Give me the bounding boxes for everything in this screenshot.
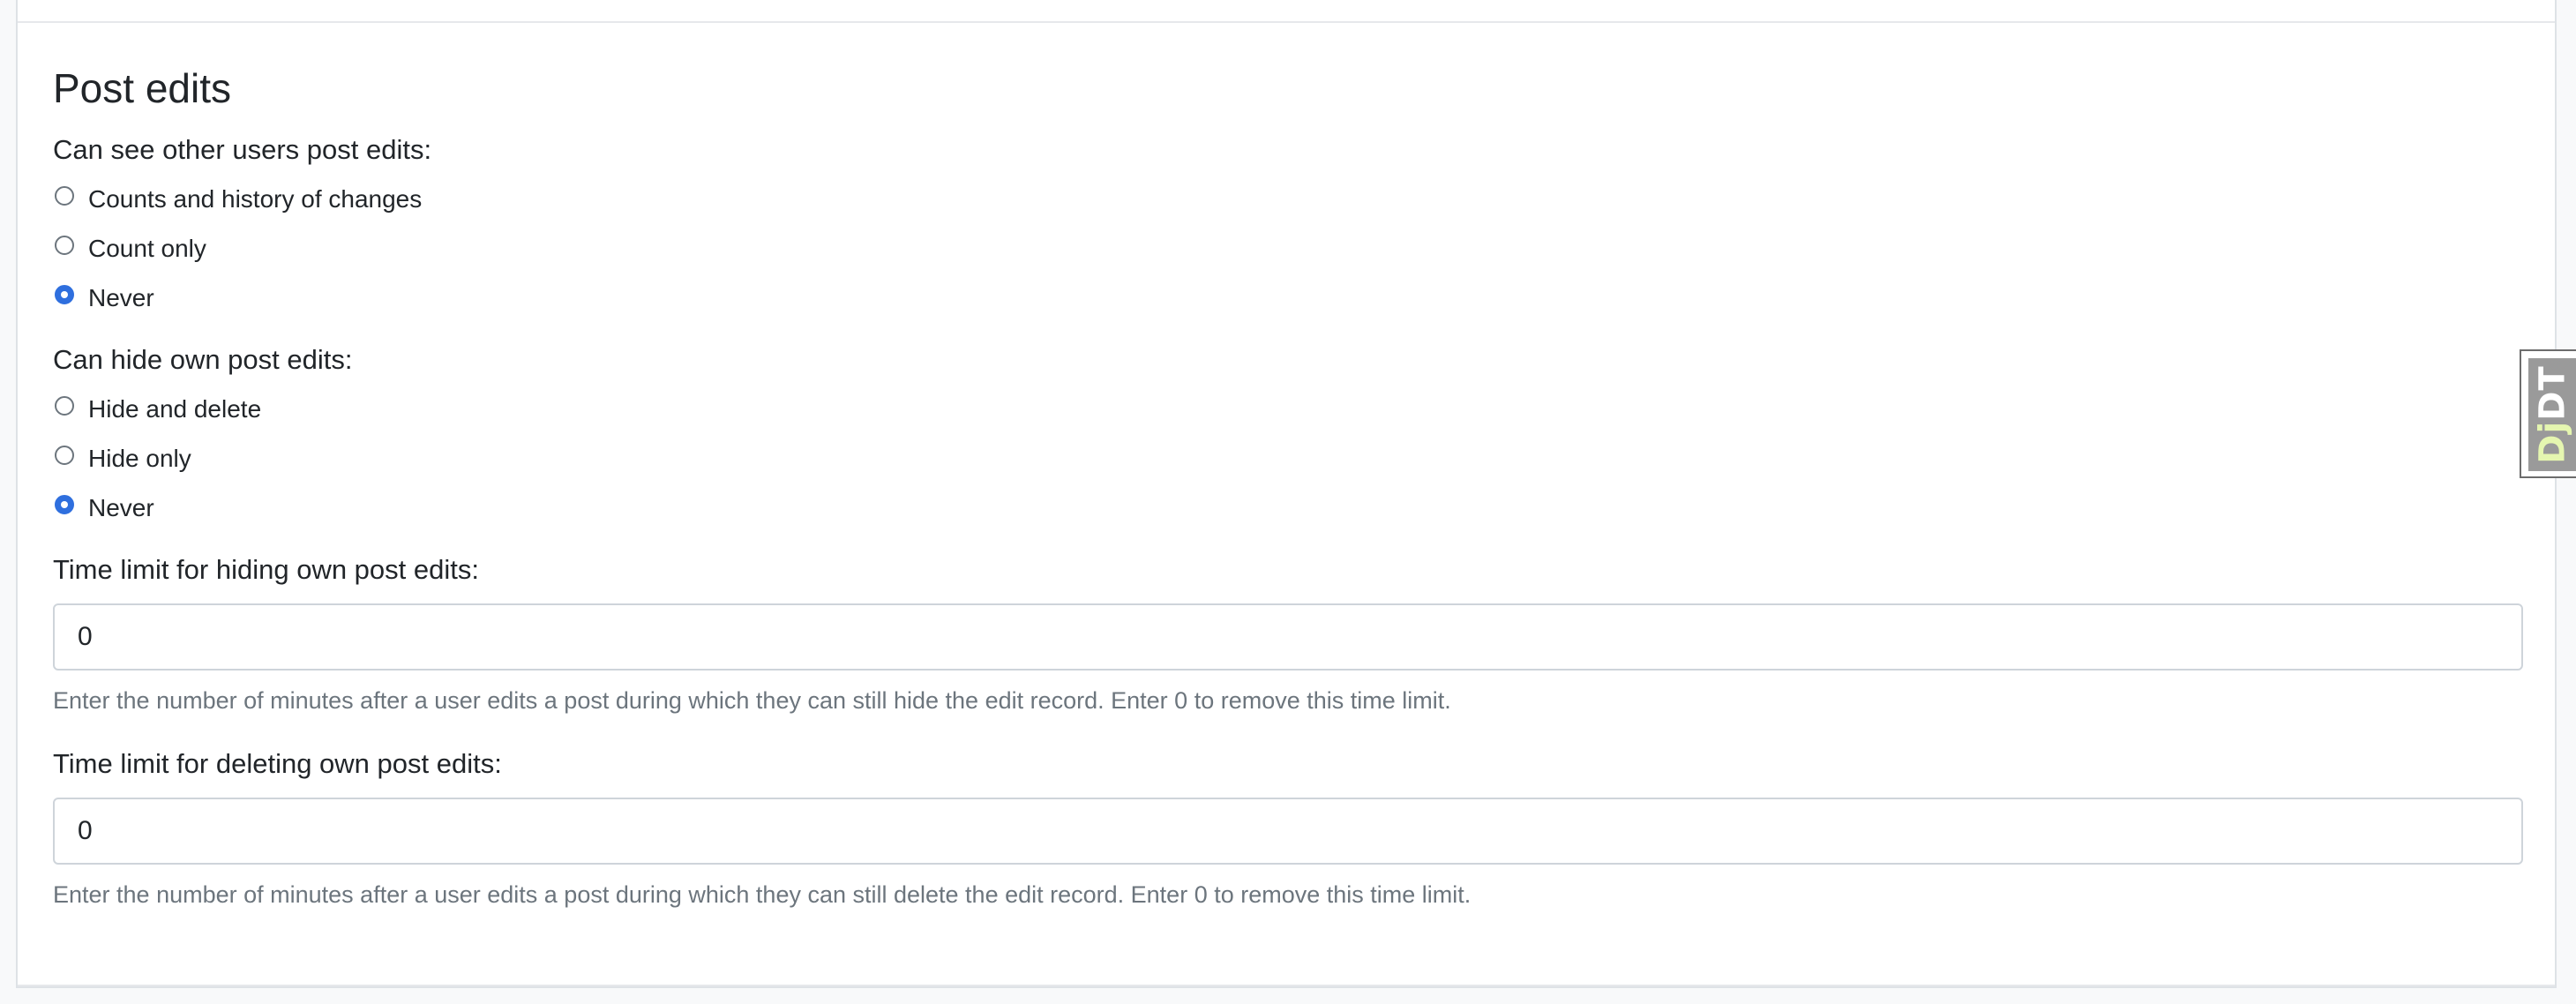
see-edits-label: Can see other users post edits: (53, 134, 432, 165)
debug-toolbar-label-prefix: Dj (2533, 420, 2574, 464)
input-value: 0 (78, 622, 93, 651)
debug-toolbar-handle[interactable]: DjDT (2520, 349, 2576, 478)
hide-time-limit-group: Time limit for hiding own post edits: 0 … (53, 551, 2541, 716)
hide-edits-option-hide-only[interactable]: Hide only (55, 434, 2541, 483)
radio-label: Count only (88, 235, 206, 262)
radio-button[interactable] (55, 446, 74, 465)
hide-time-limit-input[interactable]: 0 (53, 603, 2523, 671)
radio-button[interactable] (55, 236, 74, 255)
debug-toolbar-label: DjDT (2533, 365, 2573, 463)
delete-time-limit-help: Enter the number of minutes after a user… (53, 881, 1471, 908)
see-edits-group: Can see other users post edits: Counts a… (53, 131, 2541, 323)
radio-label: Never (88, 284, 154, 311)
radio-button[interactable] (55, 396, 74, 416)
card-divider-top (18, 21, 2555, 23)
radio-button[interactable] (55, 186, 74, 206)
page: Post edits Can see other users post edit… (0, 0, 2576, 1004)
delete-time-limit-input[interactable]: 0 (53, 798, 2523, 865)
debug-toolbar-logo: DjDT (2528, 358, 2576, 471)
see-edits-option-never[interactable]: Never (55, 273, 2541, 323)
hide-edits-label: Can hide own post edits: (53, 344, 353, 375)
input-value: 0 (78, 816, 93, 845)
hide-edits-option-never[interactable]: Never (55, 483, 2541, 533)
card-divider-bottom (18, 985, 2555, 986)
debug-toolbar-label-suffix: DT (2533, 365, 2574, 421)
section-title: Post edits (53, 65, 231, 111)
radio-button-checked[interactable] (55, 285, 74, 304)
radio-label: Hide and delete (88, 395, 262, 423)
hide-edits-option-hide-delete[interactable]: Hide and delete (55, 385, 2541, 434)
radio-label: Never (88, 494, 154, 521)
delete-time-limit-group: Time limit for deleting own post edits: … (53, 745, 2541, 910)
hide-time-limit-label: Time limit for hiding own post edits: (53, 554, 479, 585)
see-edits-option-history[interactable]: Counts and history of changes (55, 175, 2541, 224)
settings-card: Post edits Can see other users post edit… (16, 0, 2557, 988)
hide-edits-group: Can hide own post edits: Hide and delete… (53, 341, 2541, 533)
radio-button-checked[interactable] (55, 495, 74, 514)
post-edits-section: Post edits Can see other users post edit… (53, 60, 2541, 910)
radio-label: Hide only (88, 445, 191, 472)
delete-time-limit-label: Time limit for deleting own post edits: (53, 748, 502, 779)
see-edits-option-count[interactable]: Count only (55, 224, 2541, 273)
radio-label: Counts and history of changes (88, 185, 423, 213)
hide-time-limit-help: Enter the number of minutes after a user… (53, 687, 1451, 714)
